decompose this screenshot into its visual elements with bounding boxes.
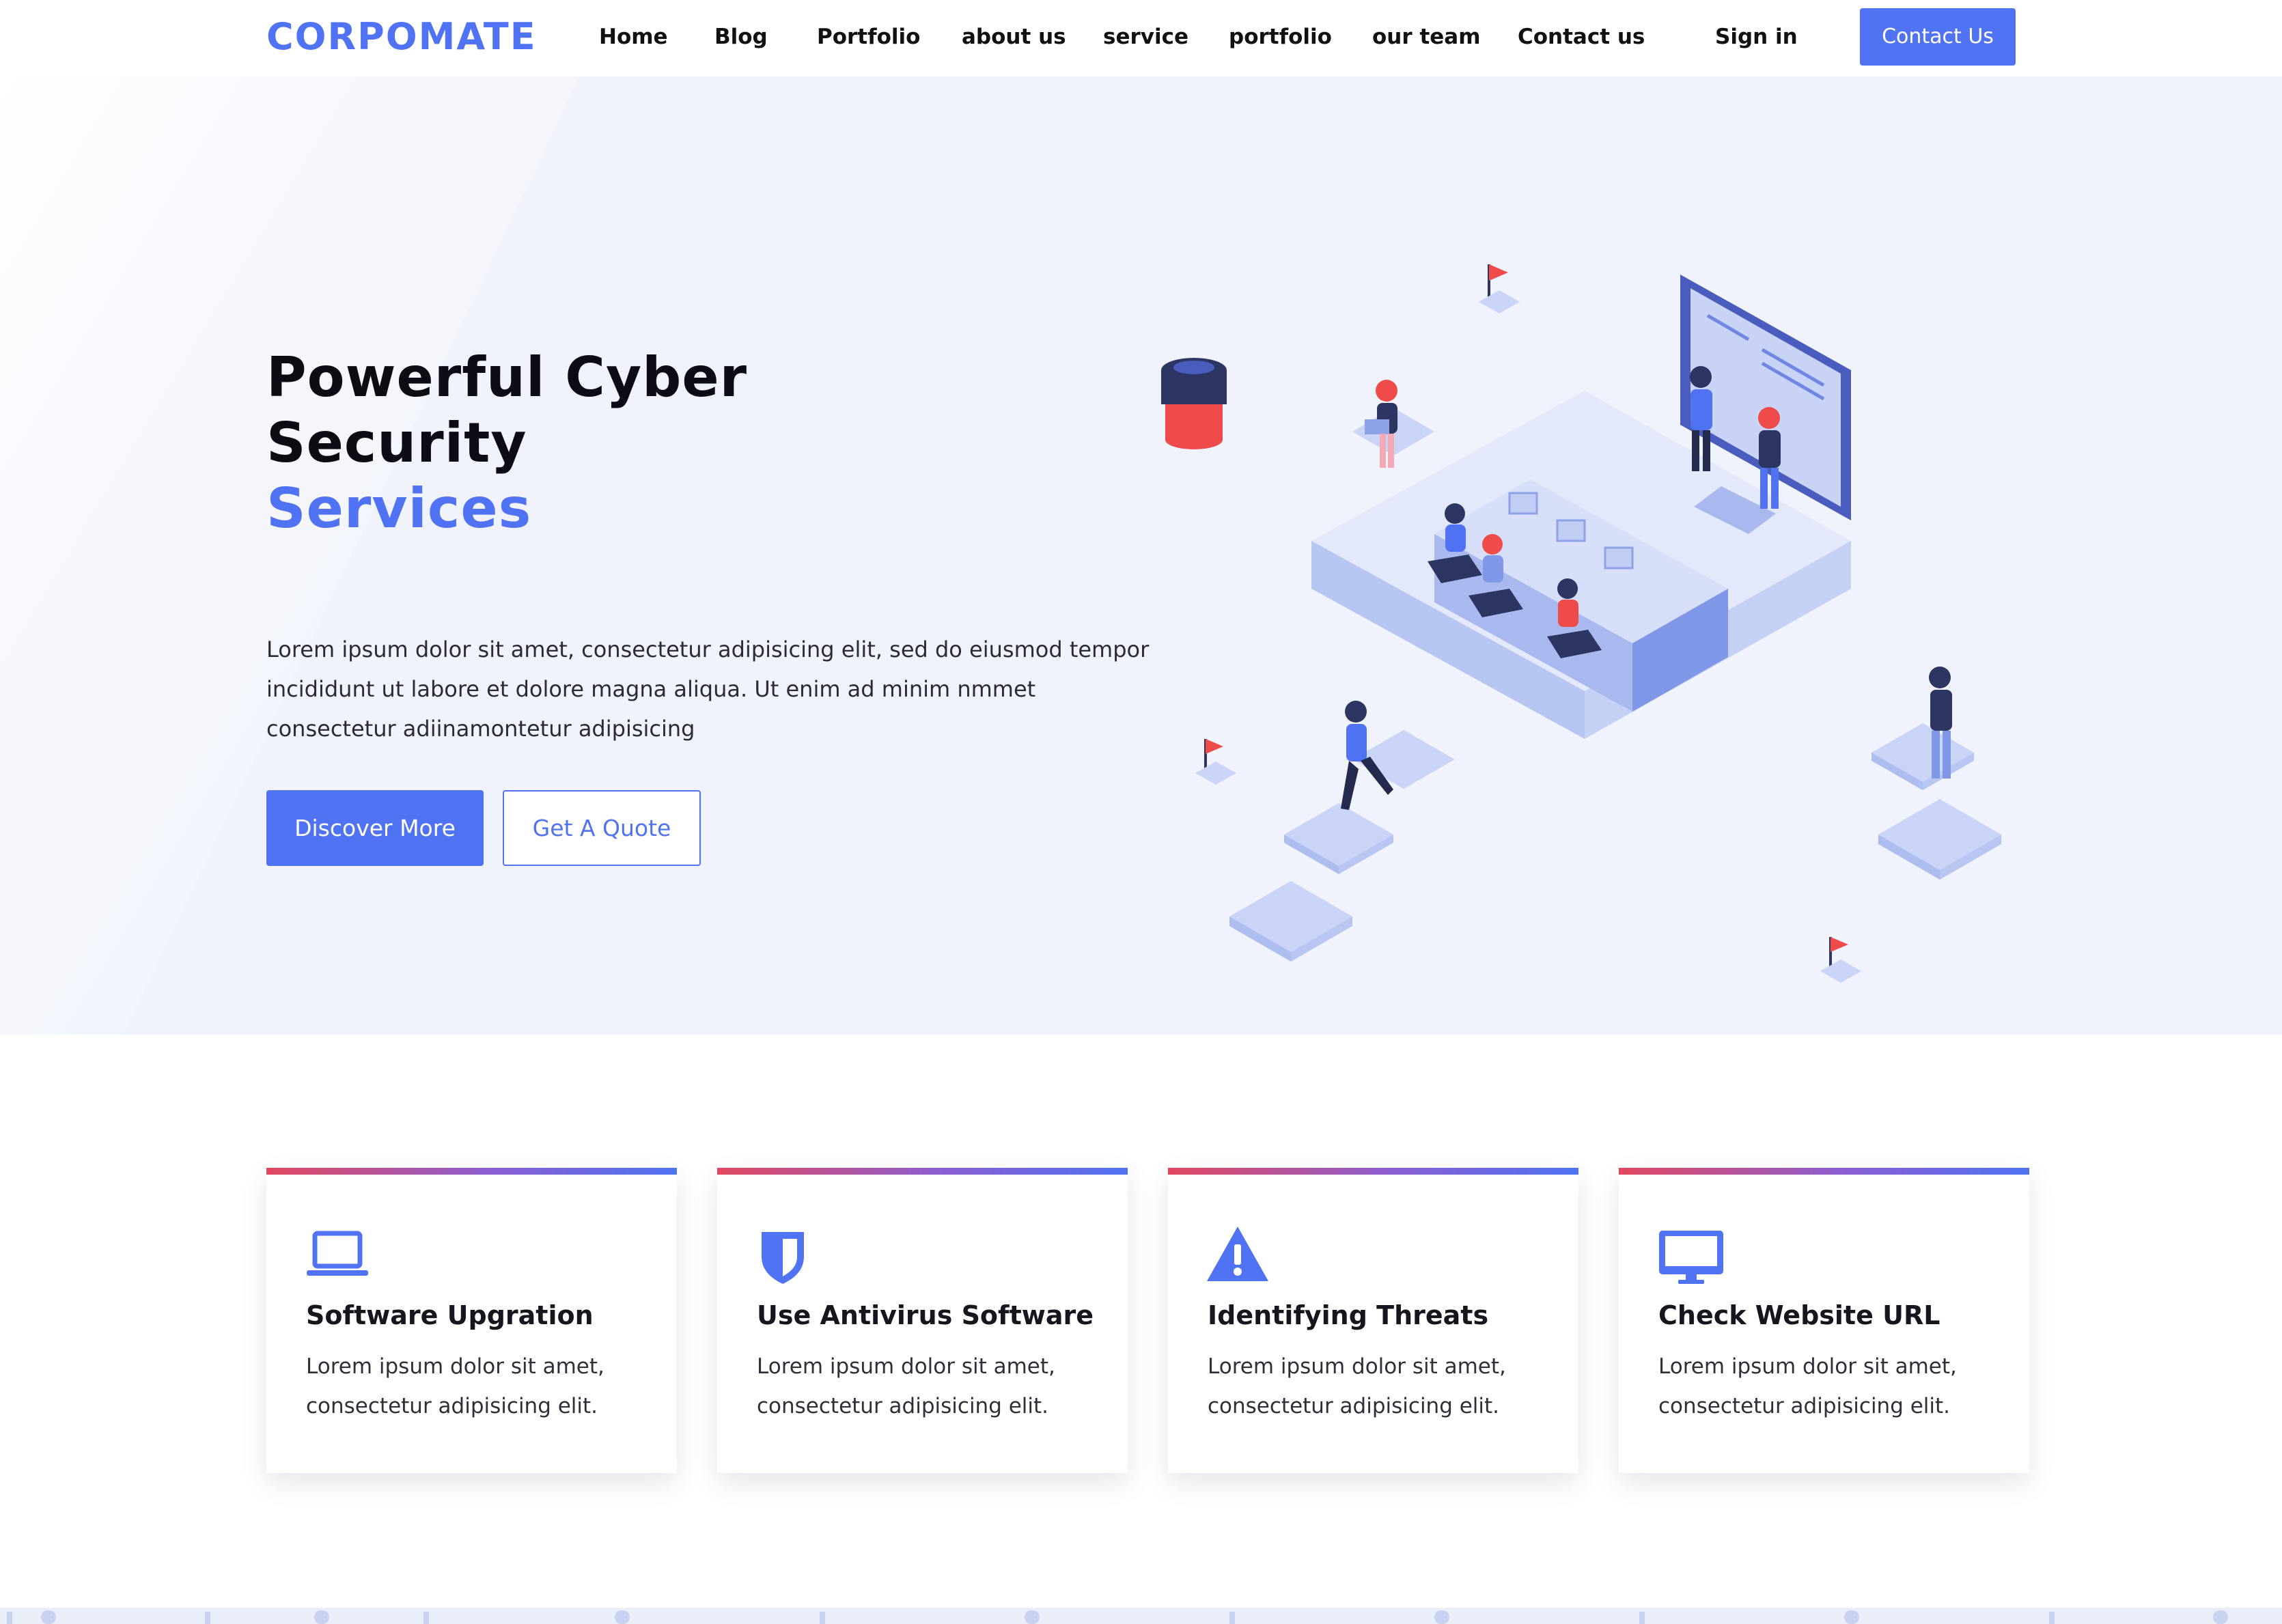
laptop-icon (307, 1231, 368, 1276)
card-accent-bar (266, 1168, 677, 1175)
shield-icon (762, 1232, 804, 1284)
hero-title-accent: Services (266, 477, 532, 540)
navbar: CORPOMATE Home Blog Portfolio about us s… (0, 0, 2282, 76)
discover-more-button[interactable]: Discover More (266, 790, 484, 866)
card-accent-bar (1168, 1168, 1578, 1175)
feature-card-software-upgration[interactable]: Software Upgration Lorem ipsum dolor sit… (266, 1168, 677, 1473)
card-title: Identifying Threats (1208, 1300, 1489, 1330)
brand-logo[interactable]: CORPOMATE (266, 14, 537, 60)
sign-in-link[interactable]: Sign in (1715, 16, 1798, 57)
feature-card-identifying-threats[interactable]: Identifying Threats Lorem ipsum dolor si… (1168, 1168, 1578, 1473)
hero-title-line-2: Security (266, 411, 527, 475)
nav-link-portfolio[interactable]: Portfolio (817, 16, 920, 57)
card-title: Check Website URL (1658, 1300, 1940, 1330)
card-accent-bar (717, 1168, 1128, 1175)
binary-pattern-strip (0, 1608, 2282, 1624)
card-text: Lorem ipsum dolor sit amet, consectetur … (757, 1354, 1055, 1418)
card-text: Lorem ipsum dolor sit amet, consectetur … (1658, 1354, 1957, 1418)
card-text: Lorem ipsum dolor sit amet, consectetur … (1208, 1354, 1506, 1418)
hero-isometric-illustration (1161, 264, 2001, 983)
monitor-icon (1659, 1231, 1723, 1284)
nav-link-service[interactable]: service (1103, 16, 1188, 57)
hero-title: Powerful Cyber Security Services (266, 345, 949, 542)
feature-card-use-antivirus-software[interactable]: Use Antivirus Software Lorem ipsum dolor… (717, 1168, 1128, 1473)
card-text: Lorem ipsum dolor sit amet, consectetur … (306, 1354, 604, 1418)
get-a-quote-button[interactable]: Get A Quote (503, 790, 701, 866)
card-title: Software Upgration (306, 1300, 594, 1330)
card-accent-bar (1619, 1168, 2029, 1175)
feature-card-check-website-url[interactable]: Check Website URL Lorem ipsum dolor sit … (1619, 1168, 2029, 1473)
hero-section: Powerful Cyber Security Services Lorem i… (0, 76, 2282, 1035)
nav-link-portfolio-2[interactable]: portfolio (1229, 16, 1332, 57)
nav-link-contact-us[interactable]: Contact us (1518, 16, 1645, 57)
contact-us-button[interactable]: Contact Us (1860, 8, 2016, 66)
warning-icon (1207, 1227, 1268, 1281)
nav-link-blog[interactable]: Blog (714, 16, 768, 57)
card-title: Use Antivirus Software (757, 1300, 1094, 1330)
binary-pattern-decoration (7, 1610, 2228, 1624)
nav-link-home[interactable]: Home (599, 16, 668, 57)
nav-link-about-us[interactable]: about us (962, 16, 1066, 57)
hero-description: Lorem ipsum dolor sit amet, consectetur … (266, 636, 1150, 742)
hero-title-line-1: Powerful Cyber (266, 346, 748, 409)
nav-link-our-team[interactable]: our team (1372, 16, 1481, 57)
